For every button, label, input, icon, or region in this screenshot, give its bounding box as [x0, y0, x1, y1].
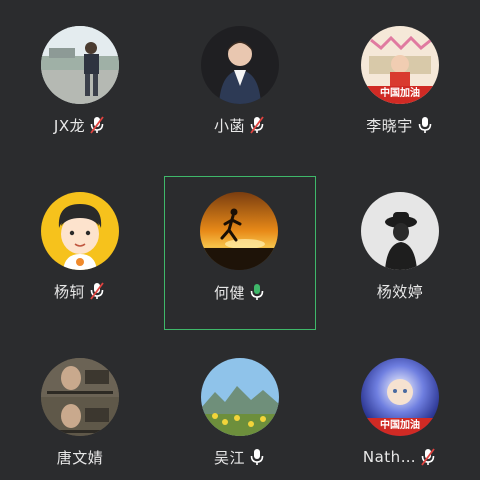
participant-name-row: 小菡: [164, 114, 316, 136]
participant-name: 杨轲: [53, 282, 85, 301]
participant-tile-6[interactable]: 杨效婷: [324, 176, 476, 330]
participant-tile-7[interactable]: 唐文婧: [4, 342, 156, 480]
participant-name-row: 唐文婧: [4, 446, 156, 468]
participant-name-row: JX龙: [4, 114, 156, 136]
mic-muted-icon: [90, 282, 104, 300]
participant-tile-3[interactable]: 中国加油 李晓宇: [324, 10, 476, 164]
participant-name-row: 何健: [165, 281, 315, 303]
participant-tile-8[interactable]: 吴江: [164, 342, 316, 480]
participant-name-row: 李晓宇: [324, 114, 476, 136]
participant-tile-1[interactable]: JX龙: [4, 10, 156, 164]
participant-avatar: [41, 26, 119, 104]
participant-avatar: 中国加油: [361, 358, 439, 436]
participant-tile-5-active-speaker[interactable]: 何健: [164, 176, 316, 330]
participant-tile-9[interactable]: 中国加油 Nath…: [324, 342, 476, 480]
participant-name: JX龙: [53, 116, 86, 135]
participant-avatar: [201, 26, 279, 104]
participant-name-row: 杨轲: [4, 280, 156, 302]
participant-name-row: Nath…: [324, 446, 476, 468]
participant-name: 何健: [213, 283, 245, 302]
participant-name: 李晓宇: [366, 116, 413, 135]
participant-name: Nath…: [362, 448, 417, 466]
participant-name: 唐文婧: [56, 448, 104, 467]
participant-name: 吴江: [213, 448, 245, 467]
participant-name: 小菡: [213, 116, 245, 135]
participant-name-row: 杨效婷: [324, 280, 476, 302]
participant-avatar: [361, 192, 439, 270]
participant-avatar: [200, 192, 278, 270]
participant-avatar: 中国加油: [361, 26, 439, 104]
mic-muted-icon: [250, 116, 264, 134]
avatar-banner-text: 中国加油: [380, 88, 420, 99]
participant-avatar: [41, 358, 119, 436]
mic-active-icon: [250, 284, 264, 300]
participant-avatar: [41, 192, 119, 270]
mic-icon: [418, 117, 432, 133]
participant-name-row: 吴江: [164, 446, 316, 468]
mic-icon: [250, 449, 264, 465]
participant-name: 杨效婷: [376, 282, 424, 301]
mic-muted-icon: [90, 116, 104, 134]
avatar-banner-text: 中国加油: [380, 420, 420, 431]
participant-tile-2[interactable]: 小菡: [164, 10, 316, 164]
participant-grid: JX龙 小菡 中国加油 李晓宇 杨轲 何健 杨效婷 唐文婧 吴江 中国加油 Na…: [0, 0, 480, 480]
participant-avatar: [201, 358, 279, 436]
participant-tile-4[interactable]: 杨轲: [4, 176, 156, 330]
mic-muted-icon: [421, 448, 435, 466]
